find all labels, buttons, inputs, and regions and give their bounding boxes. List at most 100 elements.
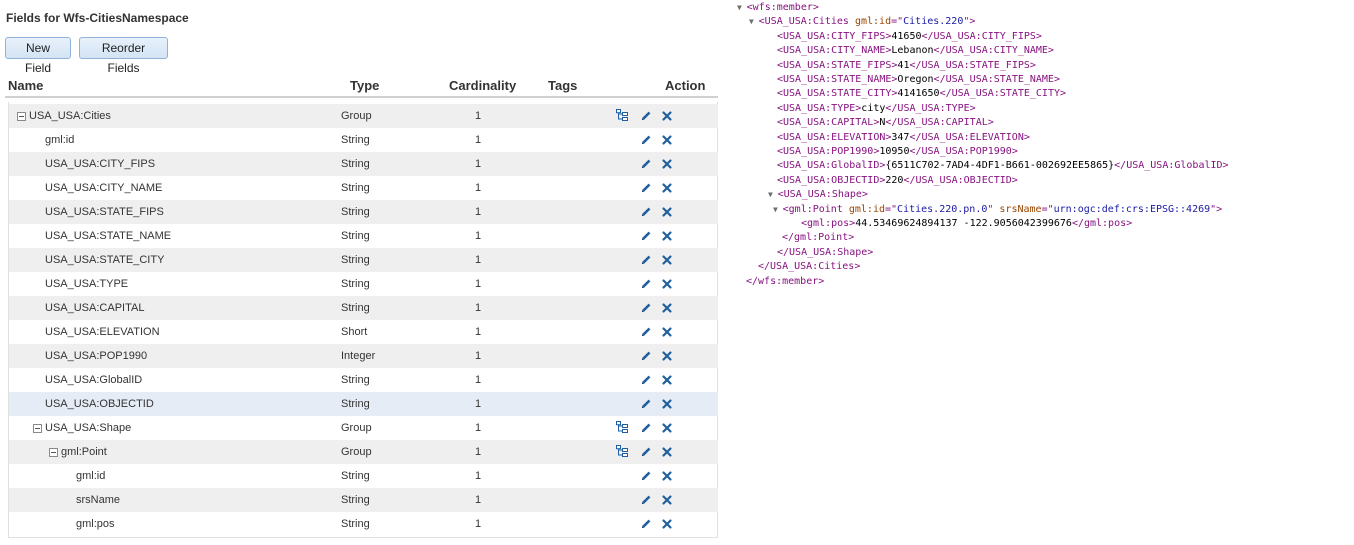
xml-txt: Lebanon: [891, 45, 934, 57]
pencil-icon[interactable]: [640, 446, 652, 458]
table-row[interactable]: USA_USA:TYPE String 1: [9, 272, 718, 296]
close-icon[interactable]: [661, 230, 673, 242]
pencil-icon[interactable]: [640, 110, 652, 122]
field-type: Group: [341, 446, 372, 458]
pencil-icon[interactable]: [640, 422, 652, 434]
close-icon[interactable]: [661, 350, 673, 362]
xml-txt: Oregon: [897, 74, 934, 85]
field-cardinality: 1: [475, 230, 482, 242]
xml-preview: ▼ <wfs:member> ▼ <USA_USA:Cities gml:id="…: [737, 0, 1347, 545]
expand-triangle-icon[interactable]: ▼: [768, 190, 778, 199]
close-icon[interactable]: [661, 278, 673, 290]
table-row[interactable]: USA_USA:CAPITAL String 1: [9, 296, 718, 320]
table-row[interactable]: USA_USA:CITY_NAME String 1: [9, 176, 718, 200]
xml-line[interactable]: ▼ <USA_USA:Shape>: [768, 188, 868, 202]
table-row[interactable]: USA_USA:Cities Group 1: [9, 104, 718, 128]
close-icon[interactable]: [661, 158, 673, 170]
field-cardinality: 1: [475, 374, 482, 386]
pencil-icon[interactable]: [640, 278, 652, 290]
close-icon[interactable]: [661, 398, 673, 410]
close-icon[interactable]: [661, 254, 673, 266]
table-row[interactable]: USA_USA:GlobalID String 1: [9, 368, 718, 392]
hierarchy-icon[interactable]: [616, 421, 628, 433]
table-row[interactable]: srsName String 1: [9, 488, 718, 512]
xml-aval: Cities.220: [903, 16, 964, 28]
table-row[interactable]: USA_USA:STATE_NAME String 1: [9, 224, 718, 248]
collapse-toggle-icon[interactable]: [17, 112, 26, 121]
xml-line[interactable]: ▼ <wfs:member>: [737, 1, 819, 15]
table-row[interactable]: USA_USA:STATE_CITY String 1: [9, 248, 718, 272]
close-icon[interactable]: [661, 374, 673, 386]
pencil-icon[interactable]: [640, 254, 652, 266]
close-icon[interactable]: [661, 470, 673, 482]
table-row[interactable]: USA_USA:POP1990 Integer 1: [9, 344, 718, 368]
field-type: String: [341, 302, 370, 314]
collapse-toggle-icon[interactable]: [33, 424, 42, 433]
field-cardinality: 1: [475, 398, 482, 410]
xml-tag: <USA_USA:STATE_FIPS>: [777, 59, 898, 71]
xml-tag: </USA_USA:Cities>: [758, 261, 861, 273]
column-header-tags[interactable]: Tags: [548, 78, 577, 93]
table-row[interactable]: USA_USA:STATE_FIPS String 1: [9, 200, 718, 224]
table-row[interactable]: USA_USA:Shape Group 1: [9, 416, 718, 440]
close-icon[interactable]: [661, 326, 673, 338]
field-type: String: [341, 398, 370, 410]
reorder-fields-button[interactable]: Reorder Fields: [79, 37, 168, 75]
close-icon[interactable]: [661, 518, 673, 530]
xml-tag: <USA_USA:Shape>: [777, 189, 868, 201]
expand-triangle-icon[interactable]: ▼: [773, 205, 783, 214]
pencil-icon[interactable]: [640, 326, 652, 338]
xml-line[interactable]: ▼ <gml:Point gml:id="Cities.220.pn.0" sr…: [773, 203, 1222, 217]
new-field-button[interactable]: New Field: [5, 37, 71, 75]
xml-attr: srsName: [999, 203, 1042, 215]
hierarchy-icon[interactable]: [616, 445, 628, 457]
hierarchy-icon[interactable]: [616, 109, 628, 121]
pencil-icon[interactable]: [640, 302, 652, 314]
pencil-icon[interactable]: [640, 494, 652, 506]
field-cardinality: 1: [475, 494, 482, 506]
pencil-icon[interactable]: [640, 230, 652, 242]
xml-tag: <USA_USA:STATE_CITY>: [777, 88, 898, 100]
pencil-icon[interactable]: [640, 518, 652, 530]
column-header-type[interactable]: Type: [350, 78, 379, 93]
xml-tag: </USA_USA:CITY_NAME>: [933, 45, 1054, 57]
table-row[interactable]: USA_USA:CITY_FIPS String 1: [9, 152, 718, 176]
table-row[interactable]: gml:Point Group 1: [9, 440, 718, 464]
close-icon[interactable]: [661, 494, 673, 506]
field-name: USA_USA:TYPE: [45, 278, 129, 290]
xml-line: </USA_USA:Shape>: [777, 246, 873, 260]
pencil-icon[interactable]: [640, 374, 652, 386]
pencil-icon[interactable]: [640, 182, 652, 194]
close-icon[interactable]: [661, 110, 673, 122]
xml-line: <USA_USA:CAPITAL>N</USA_USA:CAPITAL>: [777, 116, 994, 130]
pencil-icon[interactable]: [640, 470, 652, 482]
close-icon[interactable]: [661, 206, 673, 218]
table-row[interactable]: gml:pos String 1: [9, 512, 718, 536]
xml-txt: 347: [891, 131, 910, 143]
table-row[interactable]: USA_USA:ELEVATION Short 1: [9, 320, 718, 344]
pencil-icon[interactable]: [640, 158, 652, 170]
close-icon[interactable]: [661, 446, 673, 458]
xml-line: <USA_USA:GlobalID>{6511C702-7AD4-4DF1-B6…: [777, 159, 1229, 173]
expand-triangle-icon[interactable]: ▼: [737, 3, 747, 12]
table-row[interactable]: USA_USA:OBJECTID String 1: [9, 392, 718, 416]
xml-attr: gml:id: [854, 16, 892, 28]
pencil-icon[interactable]: [640, 206, 652, 218]
expand-triangle-icon[interactable]: ▼: [749, 17, 759, 26]
xml-line[interactable]: ▼ <USA_USA:Cities gml:id="Cities.220">: [749, 15, 975, 29]
close-icon[interactable]: [661, 182, 673, 194]
xml-line: <USA_USA:STATE_FIPS>41</USA_USA:STATE_FI…: [777, 59, 1036, 73]
collapse-toggle-icon[interactable]: [49, 448, 58, 457]
close-icon[interactable]: [661, 302, 673, 314]
pencil-icon[interactable]: [640, 134, 652, 146]
close-icon[interactable]: [661, 422, 673, 434]
table-row[interactable]: gml:id String 1: [9, 128, 718, 152]
table-row[interactable]: gml:id String 1: [9, 464, 718, 488]
column-header-cardinality[interactable]: Cardinality: [449, 78, 516, 93]
pencil-icon[interactable]: [640, 350, 652, 362]
xml-line: <USA_USA:CITY_FIPS>41650</USA_USA:CITY_F…: [777, 30, 1042, 44]
column-header-name[interactable]: Name: [8, 78, 43, 93]
pencil-icon[interactable]: [640, 398, 652, 410]
field-name: USA_USA:CITY_NAME: [45, 182, 163, 194]
close-icon[interactable]: [661, 134, 673, 146]
